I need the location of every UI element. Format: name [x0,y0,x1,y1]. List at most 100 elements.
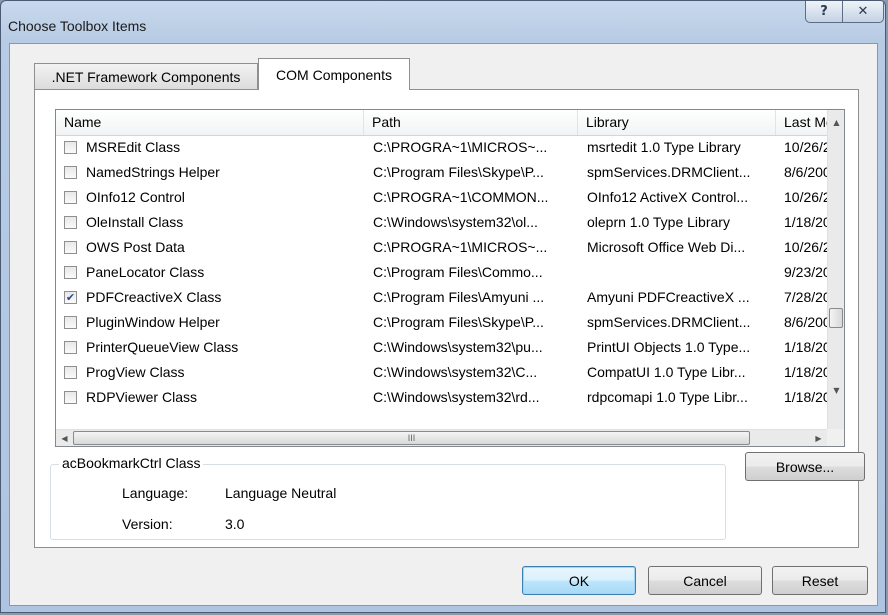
row-library: Microsoft Office Web Di... [587,239,746,255]
table-row[interactable]: OInfo12 Control C:\PROGRA~1\COMMON... OInf… [56,185,827,210]
row-library: rdpcomapi 1.0 Type Libr... [587,389,748,405]
row-checkbox[interactable] [64,216,77,229]
row-checkbox[interactable] [64,191,77,204]
row-path: C:\Program Files\Commo... [373,264,543,280]
row-name: MSREdit Class [86,139,181,155]
components-list[interactable]: Name Path Library Last Moc MSREdit Class… [55,109,845,447]
row-checkbox[interactable] [64,366,77,379]
row-library: spmServices.DRMClient... [587,164,751,180]
row-library: oleprn 1.0 Type Library [587,214,730,230]
vertical-scroll-thumb[interactable] [829,308,843,328]
row-checkbox[interactable] [64,391,77,404]
row-last-modified: 1/18/200 [784,364,827,380]
row-name: PluginWindow Helper [86,314,220,330]
row-library: PrintUI Objects 1.0 Type... [587,339,751,355]
table-row[interactable]: PrinterQueueView Class C:\Windows\system3… [56,335,827,360]
row-path: C:\PROGRA~1\MICROS~... [373,239,548,255]
row-name: PrinterQueueView Class [86,339,239,355]
row-last-modified: 1/18/200 [784,389,827,405]
row-library: spmServices.DRMClient... [587,314,751,330]
row-name: OInfo12 Control [86,189,185,205]
version-label: Version: [122,516,173,532]
row-library [587,260,777,285]
row-checkbox[interactable] [64,316,77,329]
language-value: Language Neutral [225,485,337,501]
row-path: C:\Program Files\Skype\P... [373,164,544,180]
row-last-modified: 1/18/200 [784,339,827,355]
row-library: CompatUI 1.0 Type Libr... [587,364,746,380]
horizontal-scroll-thumb[interactable]: III [73,431,750,445]
reset-button[interactable]: Reset [772,566,868,595]
row-name: PDFCreactiveX Class [86,289,222,305]
scroll-left-icon[interactable]: ◀ [56,430,73,446]
row-name: OleInstall Class [86,214,184,230]
row-last-modified: 8/6/2007 [784,164,827,180]
scroll-down-icon[interactable]: ▼ [828,382,844,399]
row-path: C:\PROGRA~1\COMMON... [373,189,549,205]
browse-button[interactable]: Browse... [745,452,865,481]
table-row[interactable]: ProgView Class C:\Windows\system32\C... Co… [56,360,827,385]
cancel-button[interactable]: Cancel [648,566,762,595]
component-details-group: acBookmarkCtrl Class Language: Language … [50,455,726,540]
table-row[interactable]: ✔ PDFCreactiveX Class C:\Program Files\Amy… [56,285,827,310]
column-header-path[interactable]: Path [364,110,578,135]
table-row[interactable]: OWS Post Data C:\PROGRA~1\MICROS~... Micro… [56,235,827,260]
row-checkbox[interactable] [64,266,77,279]
row-library: Amyuni PDFCreactiveX ... [587,289,750,305]
row-checkbox[interactable]: ✔ [64,291,77,304]
row-name: PaneLocator Class [86,264,205,280]
table-row[interactable]: RDPViewer Class C:\Windows\system32\rd...… [56,385,827,406]
row-name: ProgView Class [86,364,185,380]
row-path: C:\Windows\system32\pu... [373,339,543,355]
row-path: C:\Windows\system32\C... [373,364,538,380]
help-button[interactable]: ? [805,1,843,23]
table-row[interactable]: PluginWindow Helper C:\Program Files\Skyp… [56,310,827,335]
row-name: OWS Post Data [86,239,185,255]
com-components-panel: Name Path Library Last Moc MSREdit Class… [34,89,865,548]
row-checkbox[interactable] [64,241,77,254]
vertical-scrollbar[interactable]: ▲ ▼ [827,110,844,429]
row-path: C:\Program Files\Amyuni ... [373,289,545,305]
dialog-window: Choose Toolbox Items ? ✕ .NET Framework … [0,0,886,613]
row-last-modified: 9/23/200 [784,264,827,280]
row-name: RDPViewer Class [86,389,197,405]
ok-button[interactable]: OK [522,566,636,595]
scroll-right-icon[interactable]: ▶ [810,430,827,446]
row-library: msrtedit 1.0 Type Library [587,139,741,155]
table-row[interactable]: PaneLocator Class C:\Program Files\Commo.… [56,260,827,285]
window-title: Choose Toolbox Items [8,18,147,34]
row-checkbox[interactable] [64,341,77,354]
scrollbar-corner [827,429,844,446]
row-path: C:\PROGRA~1\MICROS~... [373,139,548,155]
column-header-library[interactable]: Library [578,110,776,135]
dialog-client-area: .NET Framework Components COM Components… [9,43,878,606]
table-row[interactable]: OleInstall Class C:\Windows\system32\ol..… [56,210,827,235]
tab-net-framework-components[interactable]: .NET Framework Components [34,63,258,89]
tab-com-components[interactable]: COM Components [258,58,410,90]
row-path: C:\Windows\system32\rd... [373,389,540,405]
row-library: OInfo12 ActiveX Control... [587,189,749,205]
row-last-modified: 8/6/2007 [784,314,827,330]
row-last-modified: 1/18/200 [784,214,827,230]
horizontal-scrollbar[interactable]: ◀ III ▶ [56,429,827,446]
row-last-modified: 7/28/200 [784,289,827,305]
close-button[interactable]: ✕ [842,1,884,23]
row-path: C:\Windows\system32\ol... [373,214,538,230]
list-rows: MSREdit Class C:\PROGRA~1\MICROS~... msrte… [56,135,827,406]
row-last-modified: 10/26/20 [784,239,827,255]
title-bar[interactable]: Choose Toolbox Items ? ✕ [1,1,885,43]
row-checkbox[interactable] [64,166,77,179]
scroll-up-icon[interactable]: ▲ [828,114,844,131]
list-header: Name Path Library Last Moc [56,110,827,136]
version-value: 3.0 [225,516,245,532]
column-header-name[interactable]: Name [56,110,364,135]
details-title: acBookmarkCtrl Class [59,455,204,471]
row-last-modified: 10/26/20 [784,139,827,155]
table-row[interactable]: MSREdit Class C:\PROGRA~1\MICROS~... msrte… [56,135,827,160]
row-checkbox[interactable] [64,141,77,154]
column-header-last-modified[interactable]: Last Moc [776,110,827,135]
language-label: Language: [122,485,189,501]
row-path: C:\Program Files\Skype\P... [373,314,544,330]
row-last-modified: 10/26/20 [784,189,827,205]
table-row[interactable]: NamedStrings Helper C:\Program Files\Skyp… [56,160,827,185]
